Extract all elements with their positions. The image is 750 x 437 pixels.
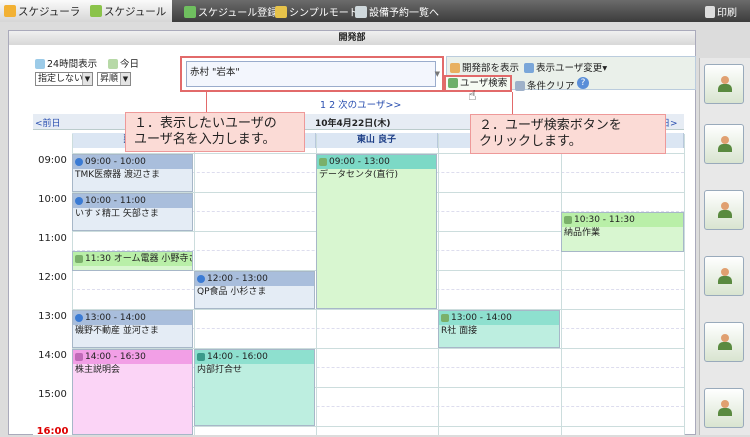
- hour-label: 14:00: [38, 350, 67, 361]
- top-toolbar: スケジューラ スケジュール スケジュール登録 シンプルモード 設備予約一覧へ 印…: [0, 0, 750, 22]
- users-icon: [524, 63, 534, 73]
- schedule-event[interactable]: 13:00 - 14:00 磯野不動産 並河さま: [72, 310, 193, 348]
- user-search-button[interactable]: ユーザ検索: [444, 75, 512, 92]
- schedule-register-button[interactable]: スケジュール登録: [184, 4, 277, 19]
- department-icon: [450, 63, 460, 73]
- change-users-button[interactable]: 表示ユーザ変更▾: [524, 60, 607, 74]
- instruction-callout-1: １．表示したいユーザの ユーザ名を入力します。: [125, 112, 305, 152]
- user-column-header[interactable]: 東山 良子: [316, 133, 438, 148]
- hour-label: 15:00: [38, 389, 67, 400]
- hour-label: 16:00: [36, 426, 69, 437]
- user-pager[interactable]: 1 2 次のユーザ>>: [320, 97, 401, 111]
- scheduler-icon: [4, 5, 16, 17]
- date-title: 10年4月22日(木): [315, 119, 391, 129]
- filter-select[interactable]: 指定しない ▼: [35, 72, 93, 86]
- chevron-down-icon: ▼: [120, 73, 130, 85]
- today-icon: [108, 59, 118, 69]
- list-icon: [718, 400, 732, 416]
- meeting-icon: [75, 353, 83, 361]
- show-department-button[interactable]: 開発部を表示: [450, 60, 519, 74]
- info-icon: [75, 197, 83, 205]
- person-icon: [718, 202, 732, 218]
- cursor-icon: ☝: [468, 88, 477, 104]
- facility-list-button[interactable]: 設備予約一覧へ: [355, 4, 439, 19]
- view-group-day-button[interactable]: [704, 64, 744, 104]
- tab-schedule[interactable]: スケジュール: [90, 4, 166, 19]
- view-personal-week-button[interactable]: [704, 256, 744, 296]
- chevron-down-icon: ▼: [82, 73, 92, 85]
- info-icon: [75, 314, 83, 322]
- clear-icon: [515, 81, 525, 91]
- column-divider: [438, 134, 439, 435]
- hour-label: 12:00: [38, 272, 67, 283]
- tab-scheduler[interactable]: スケジューラ: [4, 4, 80, 19]
- schedule-event[interactable]: 10:30 - 11:30 納品作業: [561, 212, 684, 252]
- view-switch-rail: [699, 58, 750, 435]
- column-divider: [684, 134, 685, 435]
- simple-mode-button[interactable]: シンプルモード: [275, 4, 359, 19]
- callout-pointer: [512, 92, 513, 114]
- view-personal-day-button[interactable]: [704, 190, 744, 230]
- printer-icon: [705, 6, 715, 18]
- person-event-icon: [75, 255, 83, 263]
- hour-label: 10:00: [38, 194, 67, 205]
- calendar-icon: [718, 334, 732, 350]
- print-button[interactable]: 印刷: [705, 4, 737, 19]
- clear-conditions-button[interactable]: 条件クリア: [515, 78, 575, 92]
- schedule-event[interactable]: 09:00 - 13:00 データセンタ(直行): [316, 154, 437, 309]
- instruction-callout-2: ２．ユーザ検索ボタンを クリックします。: [470, 114, 666, 154]
- schedule-icon: [90, 5, 102, 17]
- today-button[interactable]: 今日: [108, 56, 139, 70]
- panel-title: 開発部: [9, 31, 695, 45]
- schedule-event[interactable]: 10:00 - 11:00 いすゞ精工 矢部さま: [72, 193, 193, 231]
- view-personal-month-button[interactable]: [704, 322, 744, 362]
- meeting-icon: [197, 353, 205, 361]
- schedule-event[interactable]: 09:00 - 10:00 TMK医療器 渡辺さま: [72, 154, 193, 192]
- search-user-icon: [448, 78, 458, 88]
- group-week-icon: [718, 136, 732, 152]
- hour-label: 13:00: [38, 311, 67, 322]
- schedule-event[interactable]: 14:00 - 16:00 内部打合せ: [194, 349, 315, 426]
- info-icon: [75, 158, 83, 166]
- view-list-button[interactable]: [704, 388, 744, 428]
- schedule-event[interactable]: 13:00 - 14:00 R社 面接: [438, 310, 560, 348]
- person-event-icon: [319, 158, 327, 166]
- schedule-event[interactable]: 11:30 オーム電器 小野寺さま: [72, 251, 193, 271]
- register-icon: [184, 6, 196, 18]
- callout-pointer: [206, 92, 207, 112]
- sort-select[interactable]: 昇順 ▼: [97, 72, 131, 86]
- prev-day-link[interactable]: <前日: [35, 116, 61, 129]
- schedule-event[interactable]: 12:00 - 13:00 QP食品 小杉さま: [194, 271, 315, 309]
- person-event-icon: [564, 216, 572, 224]
- info-icon: [197, 275, 205, 283]
- facility-icon: [355, 6, 367, 18]
- schedule-event[interactable]: 14:00 - 16:30 株主説明会: [72, 349, 193, 435]
- hour-label: 11:00: [38, 233, 67, 244]
- hour-label: 09:00: [38, 155, 67, 166]
- hours24-toggle[interactable]: 24時間表示: [35, 56, 97, 70]
- group-icon: [718, 76, 732, 92]
- view-group-week-button[interactable]: [704, 124, 744, 164]
- clock-icon: [35, 59, 45, 69]
- simple-mode-icon: [275, 6, 287, 18]
- user-search-input[interactable]: 赤村 "岩本": [186, 61, 436, 87]
- app-tabs: スケジューラ スケジュール: [0, 0, 172, 22]
- person-week-icon: [718, 268, 732, 284]
- column-divider: [561, 134, 562, 435]
- user-input-highlight: 赤村 "岩本" ▼: [180, 56, 444, 92]
- dropdown-arrow-icon[interactable]: ▼: [435, 70, 440, 78]
- person-event-icon: [441, 314, 449, 322]
- help-icon[interactable]: ?: [577, 77, 589, 89]
